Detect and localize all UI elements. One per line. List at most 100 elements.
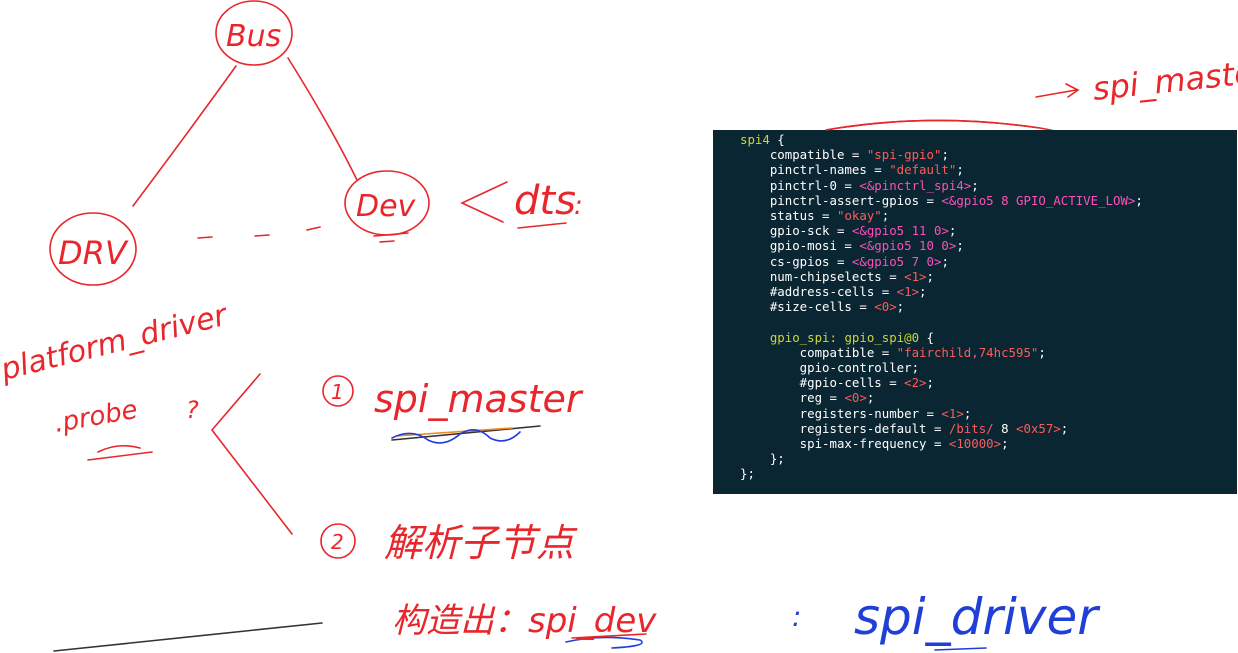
code-token: <&gpio5 7 0> (851, 253, 942, 269)
code-token: ; (896, 299, 905, 315)
dts-label: dts (514, 178, 576, 224)
code-line: compatible = "spi-gpio"; (740, 147, 949, 162)
code-token: gpio-sck = (740, 223, 852, 239)
bus-node-label: Bus (226, 19, 281, 54)
construct-spi-dev-text: 构造出：spi_dev (392, 601, 657, 641)
code-token: { (769, 132, 785, 147)
code-line: #address-cells = <1>; (740, 284, 927, 299)
code-line: registers-number = <1>; (740, 405, 972, 421)
code-line: pinctrl-0 = <&pinctrl_spi4>; (740, 178, 979, 193)
code-token: { (919, 329, 934, 345)
spi-driver-label: spi_driver (854, 588, 1101, 646)
code-token: ; (919, 284, 927, 300)
code-line: }; (740, 451, 785, 466)
code-token: compatible = (740, 147, 867, 163)
platform-driver-label: platform_driver (0, 297, 232, 388)
code-line: gpio-sck = <&gpio5 11 0>; (740, 223, 957, 239)
code-line: gpio-mosi = <&gpio5 10 0>; (740, 238, 964, 253)
code-line: status = "okay"; (740, 208, 889, 223)
code-token: compatible = (740, 344, 897, 360)
code-token: <10000> (948, 436, 1002, 452)
top-right-spi-master-label: spi_master (1091, 52, 1238, 108)
bus-dev-edge (287, 57, 358, 181)
dev-node-label: Dev (356, 189, 417, 224)
code-token: ; (971, 177, 979, 193)
code-token: spi-max-frequency = (740, 436, 949, 452)
code-token: #gpio-cells = (740, 375, 905, 391)
code-token: <0> (874, 299, 897, 315)
code-line: }; (740, 466, 755, 481)
code-token: reg = (740, 390, 845, 406)
code-line: #gpio-cells = <2>; (740, 375, 934, 390)
code-token: ; (941, 147, 949, 163)
code-token: pinctrl-0 = (740, 177, 860, 193)
code-token: ; (1038, 344, 1046, 360)
code-token: <1> (904, 268, 927, 284)
probe-question: ? (186, 396, 199, 424)
step1-number: 1 (331, 380, 344, 404)
code-token: }; (740, 466, 755, 482)
bus-drv-edge (132, 65, 237, 207)
code-token: <&pinctrl_spi4> (859, 177, 972, 193)
steps-brace (210, 373, 293, 535)
spi-driver-colon: : (792, 600, 801, 633)
device-tree-code-panel: spi4 { compatible = "spi-gpio"; pinctrl-… (713, 130, 1237, 494)
code-line: compatible = "fairchild,74hc595"; (740, 345, 1046, 360)
code-token: status = (740, 208, 837, 224)
code-token: ; (941, 253, 949, 269)
code-line: spi4 { (740, 132, 785, 147)
code-token: ; (866, 390, 875, 406)
code-token: <0> (844, 390, 867, 406)
code-token: "okay" (836, 208, 882, 224)
code-line: pinctrl-assert-gpios = <&gpio5 8 GPIO_AC… (740, 193, 1143, 208)
code-token: <1> (896, 284, 920, 300)
device-tree-code: spi4 { compatible = "spi-gpio"; pinctrl-… (713, 130, 1237, 482)
code-token: <&gpio5 11 0> (851, 223, 949, 239)
code-line: pinctrl-names = "default"; (740, 162, 964, 177)
code-token: <&gpio5 8 GPIO_ACTIVE_LOW> (941, 192, 1136, 208)
code-token: spi4 (740, 132, 770, 147)
code-token: "fairchild,74hc595" (896, 344, 1039, 360)
code-token: gpio_spi: gpio_spi@0 (769, 329, 920, 345)
code-token: <2> (904, 375, 927, 391)
code-token: "default" (889, 162, 957, 178)
code-line: reg = <0>; (740, 390, 875, 406)
svg-text::: : (574, 191, 583, 221)
code-line: cs-gpios = <&gpio5 7 0>; (740, 254, 949, 269)
code-token: #address-cells = (740, 284, 897, 300)
code-line: gpio_spi: gpio_spi@0 { (740, 330, 934, 345)
code-token: 8 (993, 420, 1017, 436)
code-line: spi-max-frequency = <10000>; (740, 436, 1009, 451)
dts-pointer (460, 181, 508, 223)
code-token: gpio-controller; (740, 360, 920, 376)
code-token: ; (956, 238, 964, 254)
drv-dev-dashed-edge (197, 226, 321, 239)
drv-node-label: DRV (58, 234, 129, 272)
code-token: /bits/ (948, 420, 994, 436)
code-token: "spi-gpio" (866, 147, 942, 163)
code-token: ; (926, 268, 934, 284)
code-token: registers-default = (740, 420, 949, 436)
code-token: ; (948, 223, 957, 239)
code-token: <0x57> (1016, 420, 1061, 436)
code-line: gpio-controller; (740, 360, 919, 375)
step2-text: 解析子节点 (384, 521, 578, 565)
code-token: ; (881, 208, 890, 224)
code-token: registers-number = (740, 405, 942, 421)
code-token: ; (1001, 436, 1009, 452)
code-line: #size-cells = <0>; (740, 299, 904, 314)
code-token: <&gpio5 10 0> (859, 238, 957, 254)
code-token: pinctrl-names = (740, 162, 890, 178)
code-token: pinctrl-assert-gpios = (740, 192, 942, 208)
code-token: #size-cells = (740, 299, 875, 315)
code-token: ; (926, 375, 934, 391)
top-right-arrow (1035, 83, 1080, 98)
code-line: registers-default = /bits/ 8 <0x57>; (740, 420, 1069, 436)
code-token: ; (1135, 192, 1143, 208)
code-token: gpio-mosi = (740, 238, 860, 254)
code-token: num-chipselects = (740, 268, 905, 284)
code-token: }; (740, 451, 785, 467)
step1-text: spi_master (374, 377, 584, 421)
probe-label: .probe (52, 395, 140, 439)
